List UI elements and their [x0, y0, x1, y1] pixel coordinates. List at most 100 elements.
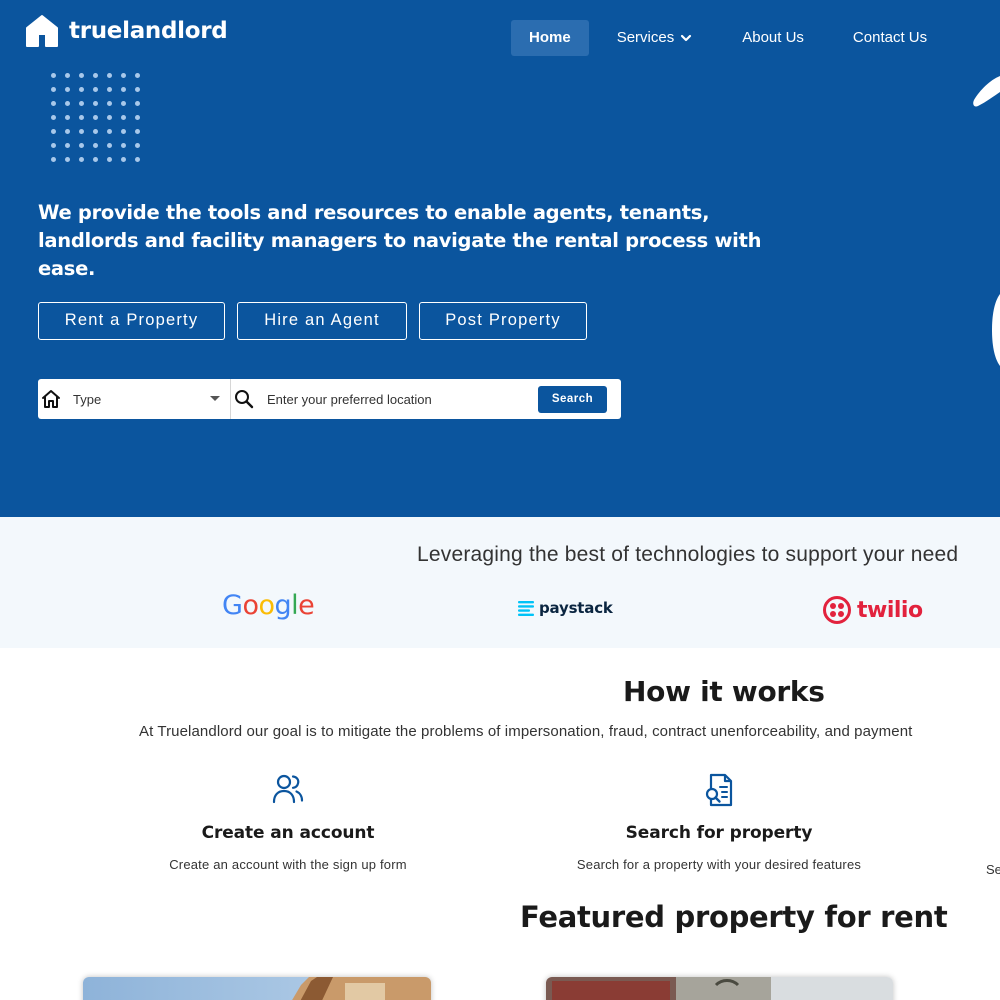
property-card[interactable] [546, 977, 893, 1000]
google-logo-letter: e [298, 590, 315, 621]
decorative-dot [93, 87, 98, 92]
home-icon [42, 390, 60, 408]
decorative-dot [107, 115, 112, 120]
decorative-dot [65, 143, 70, 148]
nav-services[interactable]: Services [599, 20, 711, 56]
nav-contact[interactable]: Contact Us [835, 20, 945, 56]
step-title: Search for property [625, 823, 813, 843]
decorative-dot [65, 129, 70, 134]
page: truelandlord Home Services About Us Cont… [0, 0, 1000, 1000]
decorative-dot [65, 73, 70, 78]
decorative-dot [51, 73, 56, 78]
decorative-dot [79, 115, 84, 120]
decorative-dot [107, 101, 112, 106]
decorative-dot [65, 115, 70, 120]
hero-actions: Rent a Property Hire an Agent Post Prope… [38, 302, 587, 340]
paystack-wordmark: paystack [539, 599, 613, 617]
decorative-dot [79, 73, 84, 78]
decorative-shape [973, 76, 1000, 107]
chevron-down-icon [681, 34, 692, 42]
nav-services-label: Services [616, 29, 675, 46]
google-logo-letter: g [274, 590, 292, 621]
decorative-dot [107, 87, 112, 92]
house-logo-icon [26, 15, 58, 47]
brand-logo[interactable]: truelandlord [25, 14, 228, 48]
decorative-dot [51, 143, 56, 148]
decorative-dot [121, 157, 126, 162]
post-property-button[interactable]: Post Property [419, 302, 587, 340]
decorative-circle [992, 294, 1000, 366]
paystack-logo: paystack [518, 599, 613, 617]
partners-title: Leveraging the best of technologies to s… [417, 543, 959, 566]
decorative-dot [51, 101, 56, 106]
type-select[interactable]: Type [38, 379, 231, 419]
twilio-mark-icon [823, 596, 851, 624]
decorative-dot [65, 157, 70, 162]
paystack-mark-icon [518, 601, 534, 616]
decorative-dot [107, 73, 112, 78]
decorative-dot [121, 101, 126, 106]
decorative-dot [79, 143, 84, 148]
how-it-works-title: How it works [623, 675, 825, 708]
nav-home[interactable]: Home [511, 20, 589, 56]
search-icon [235, 390, 254, 409]
step-description-partial: Se [986, 862, 1000, 877]
search-button[interactable]: Search [538, 385, 607, 413]
decorative-dot [93, 101, 98, 106]
decorative-dot [121, 129, 126, 134]
hero-section: truelandlord Home Services About Us Cont… [0, 0, 1000, 517]
decorative-dot [51, 157, 56, 162]
property-card[interactable] [83, 977, 431, 1000]
decorative-dot [93, 73, 98, 78]
decorative-dot [135, 101, 140, 106]
nav-about[interactable]: About Us [724, 20, 822, 56]
google-logo-letter: G [222, 590, 243, 621]
step-description: Search for a property with your desired … [576, 857, 862, 872]
document-search-icon [705, 773, 733, 807]
decorative-dot [135, 73, 140, 78]
step-title: Create an account [201, 823, 375, 843]
decorative-dot [135, 115, 140, 120]
decorative-dot [93, 115, 98, 120]
decorative-dot [51, 87, 56, 92]
brand-name: truelandlord [69, 18, 228, 44]
google-logo-letter: o [258, 590, 275, 621]
twilio-wordmark: twilio [857, 597, 923, 623]
type-select-value: Type [73, 391, 102, 407]
decorative-dot [93, 129, 98, 134]
users-icon [272, 774, 304, 804]
decorative-dot [93, 143, 98, 148]
decorative-dot [135, 87, 140, 92]
decorative-dot [121, 115, 126, 120]
location-input[interactable] [267, 391, 532, 407]
decorative-dot [79, 87, 84, 92]
step-description: Create an account with the sign up form [169, 857, 407, 872]
decorative-dot [79, 101, 84, 106]
how-it-works-subtitle: At Truelandlord our goal is to mitigate … [139, 723, 913, 740]
decorative-dot [51, 115, 56, 120]
decorative-dot [65, 101, 70, 106]
google-logo-letter: o [242, 590, 259, 621]
decorative-dot [107, 157, 112, 162]
rent-property-button[interactable]: Rent a Property [38, 302, 225, 340]
property-search-bar: Type Search [38, 379, 621, 419]
decorative-dot [121, 87, 126, 92]
twilio-logo: twilio [822, 595, 923, 625]
decorative-dot [79, 129, 84, 134]
decorative-dot [107, 143, 112, 148]
main-nav: Home Services About Us Contact Us [511, 20, 945, 56]
decorative-dot [121, 73, 126, 78]
decorative-dot [121, 143, 126, 148]
property-image [83, 977, 431, 1000]
decorative-dot [135, 157, 140, 162]
hire-agent-button[interactable]: Hire an Agent [237, 302, 407, 340]
decorative-dot [107, 129, 112, 134]
decorative-dot [65, 87, 70, 92]
caret-down-icon [210, 396, 220, 401]
featured-title: Featured property for rent [520, 900, 948, 934]
partners-section: Leveraging the best of technologies to s… [0, 517, 1000, 648]
property-image [546, 977, 893, 1000]
decorative-dot [93, 157, 98, 162]
dot-grid-decoration [47, 69, 145, 167]
step-create-account: Create an account Create an account with… [138, 772, 438, 872]
